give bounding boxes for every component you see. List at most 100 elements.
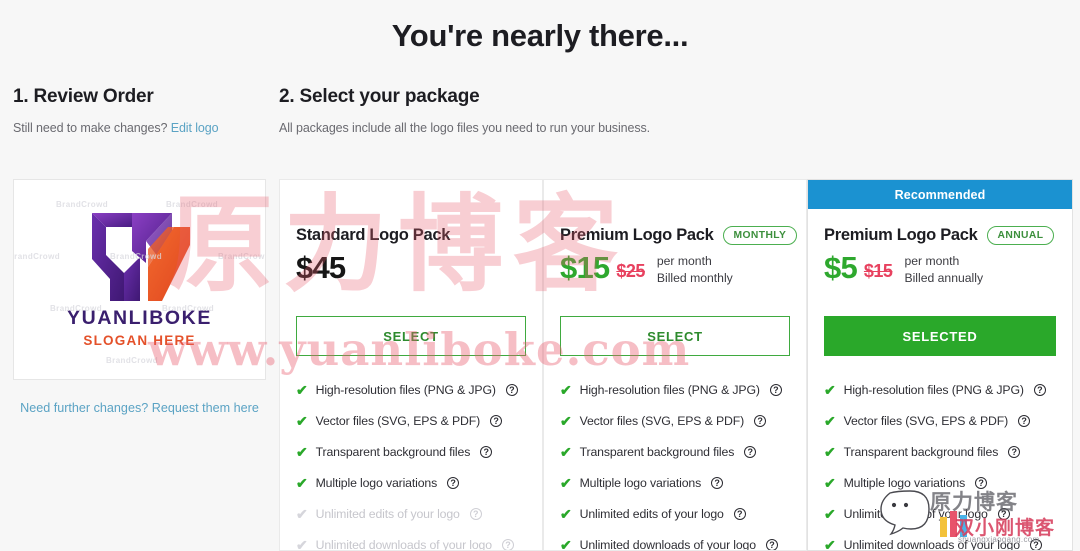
select-package-subtext: All packages include all the logo files … (279, 121, 651, 135)
check-icon: ✔ (296, 412, 308, 429)
plan-price: $45 (296, 250, 346, 285)
edit-logo-link[interactable]: Edit logo (171, 121, 219, 135)
help-icon[interactable]: ? (1033, 383, 1046, 396)
check-icon: ✔ (824, 412, 836, 429)
review-order-title: 1. Review Order (13, 86, 154, 107)
plan-name: Standard Logo Pack (296, 226, 451, 244)
plan-price-row: $45 (296, 252, 526, 302)
plan-price-note-line1: per month (904, 254, 960, 268)
help-icon[interactable]: ? (501, 538, 514, 550)
plan-feature-label: Unlimited edits of your logo (843, 506, 988, 521)
help-icon[interactable]: ? (505, 383, 518, 396)
help-icon[interactable]: ? (1008, 445, 1021, 458)
plan-body: Premium Logo Pack MONTHLY $15 $25 per month B… (544, 180, 806, 551)
plan-cta-button[interactable]: SELECTED (824, 316, 1056, 356)
plan-feature-label: Multiple logo variations (315, 475, 438, 490)
logo-card-watermark: BrandCrowd (56, 200, 108, 209)
help-icon[interactable]: ? (997, 507, 1010, 520)
help-icon[interactable]: ? (1018, 414, 1031, 427)
plan-card-standard[interactable]: Standard Logo Pack $45 SELECT ✔ High-resolut… (279, 179, 543, 551)
plan-feature-item: ✔ Unlimited downloads of your logo? (296, 529, 526, 551)
page-title: You're nearly there... (391, 18, 689, 53)
logo-slogan: SLOGAN HERE (83, 333, 196, 348)
plan-price-row: $5 $15 per month Billed annually (824, 252, 1056, 302)
plan-body: Premium Logo Pack ANNUAL $5 $15 per month Bil… (808, 209, 1072, 551)
check-icon: ✔ (824, 505, 836, 522)
request-changes-link[interactable]: Need further changes? Request them here (13, 397, 266, 419)
check-icon: ✔ (296, 381, 308, 398)
select-package-title: 2. Select your package (279, 86, 480, 107)
plan-feature-label: Transparent background files (579, 444, 735, 459)
plan-price: $15 (560, 250, 610, 285)
plan-feature-item: ✔ Unlimited edits of your logo? (560, 498, 790, 529)
logo-mark-icon (91, 213, 190, 301)
check-icon: ✔ (296, 443, 308, 460)
plan-feature-label: Vector files (SVG, EPS & PDF) (315, 413, 481, 428)
plan-title-row: Premium Logo Pack MONTHLY (560, 226, 798, 245)
check-icon: ✔ (824, 381, 836, 398)
plan-old-price: $15 (863, 261, 893, 281)
plan-term-badge: MONTHLY (722, 226, 798, 245)
cards-row: BrandCrowd BrandCrowd BrandCrowd BrandCr… (0, 179, 1080, 551)
plan-feature-label: Multiple logo variations (843, 475, 966, 490)
steps-header: 1. Review Order Still need to make chang… (0, 86, 1080, 161)
select-package-column: 2. Select your package All packages incl… (279, 86, 799, 135)
logo-card-watermark: BrandCrowd (13, 252, 60, 261)
plan-feature-label: High-resolution files (PNG & JPG) (315, 382, 496, 397)
plan-price-note-line1: per month (656, 254, 712, 268)
recommended-banner: Recommended (808, 180, 1072, 209)
help-icon[interactable]: ? (744, 445, 757, 458)
help-icon[interactable]: ? (733, 507, 746, 520)
plan-feature-item: ✔ Unlimited edits of your logo? (824, 498, 1056, 529)
plan-card-premium-monthly[interactable]: Premium Logo Pack MONTHLY $15 $25 per month B… (543, 179, 807, 551)
plan-cta-button[interactable]: SELECT (296, 316, 526, 356)
check-icon: ✔ (296, 536, 308, 551)
plan-term-badge: ANNUAL (986, 226, 1055, 245)
help-icon[interactable]: ? (711, 476, 724, 489)
plan-name: Premium Logo Pack (560, 226, 714, 244)
plan-feature-label: Unlimited downloads of your logo (315, 537, 492, 551)
plan-price: $5 (824, 250, 858, 285)
review-order-subtext: Still need to make changes? Edit logo (13, 121, 278, 135)
check-icon: ✔ (560, 443, 572, 460)
plan-feature-label: Vector files (SVG, EPS & PDF) (843, 413, 1009, 428)
plan-feature-label: Multiple logo variations (579, 475, 702, 490)
plan-feature-label: Unlimited downloads of your logo (843, 537, 1020, 551)
plan-feature-item: ✔ Multiple logo variations? (296, 467, 526, 498)
logo-preview-card: BrandCrowd BrandCrowd BrandCrowd BrandCr… (13, 179, 266, 380)
check-icon: ✔ (824, 474, 836, 491)
plan-feature-label: Unlimited downloads of your logo (579, 537, 756, 551)
plan-price-note: per month Billed monthly (657, 253, 733, 287)
plan-feature-item: ✔ Transparent background files? (560, 436, 790, 467)
plan-feature-item: ✔ Multiple logo variations? (824, 467, 1056, 498)
plan-feature-label: Vector files (SVG, EPS & PDF) (579, 413, 745, 428)
plan-price-note-line2: Billed annually (904, 271, 984, 285)
plan-card-premium-annual[interactable]: Recommended Premium Logo Pack ANNUAL $5 $15 p… (807, 179, 1073, 551)
plan-feature-item: ✔ High-resolution files (PNG & JPG)? (824, 374, 1056, 405)
help-icon[interactable]: ? (1029, 538, 1042, 550)
review-order-subtext-prefix: Still need to make changes? (13, 121, 171, 135)
review-order-column: 1. Review Order Still need to make chang… (13, 86, 278, 135)
help-icon[interactable]: ? (447, 476, 460, 489)
plan-old-price: $25 (616, 261, 645, 281)
plan-feature-item: ✔ Transparent background files? (824, 436, 1056, 467)
plan-feature-label: Unlimited edits of your logo (579, 506, 724, 521)
help-icon[interactable]: ? (975, 476, 988, 489)
plan-feature-item: ✔ Vector files (SVG, EPS & PDF)? (824, 405, 1056, 436)
plan-feature-item: ✔ Transparent background files? (296, 436, 526, 467)
plan-feature-list: ✔ High-resolution files (PNG & JPG)? ✔ Vect… (560, 374, 790, 551)
check-icon: ✔ (560, 536, 572, 551)
plan-cta-button[interactable]: SELECT (560, 316, 790, 356)
help-icon[interactable]: ? (769, 383, 782, 396)
plan-feature-label: Unlimited edits of your logo (315, 506, 460, 521)
plan-title-row: Premium Logo Pack ANNUAL (824, 226, 1056, 245)
help-icon[interactable]: ? (754, 414, 767, 427)
check-icon: ✔ (824, 536, 836, 551)
plan-body: Standard Logo Pack $45 SELECT ✔ High-resolut… (280, 180, 542, 551)
help-icon[interactable]: ? (480, 445, 493, 458)
help-icon[interactable]: ? (490, 414, 503, 427)
help-icon[interactable]: ? (469, 507, 482, 520)
plan-feature-label: Transparent background files (843, 444, 999, 459)
help-icon[interactable]: ? (765, 538, 778, 550)
plan-price-note: per month Billed annually (904, 253, 983, 287)
